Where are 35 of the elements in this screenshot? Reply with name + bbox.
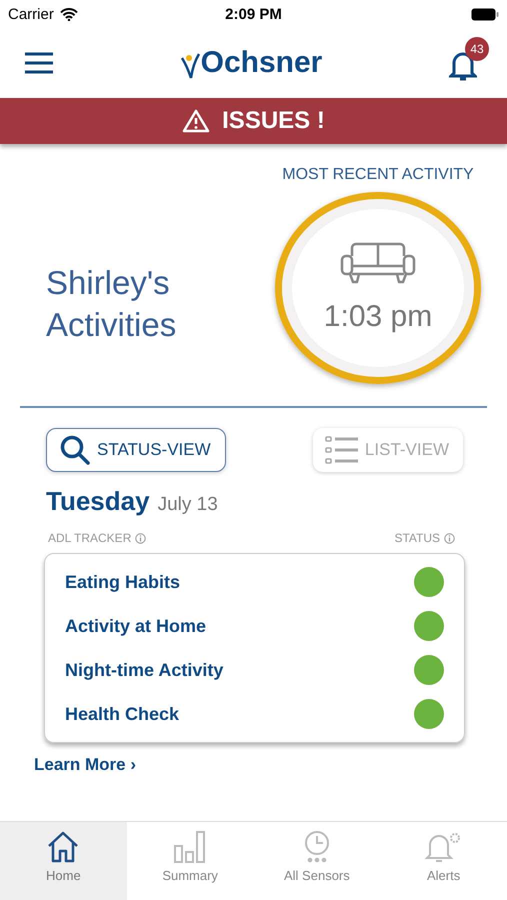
tab-item[interactable]: Alerts xyxy=(380,822,507,900)
sofa-icon xyxy=(340,242,416,286)
column-heading: STATUS xyxy=(394,531,440,545)
tracker-name[interactable]: Health Check xyxy=(65,704,180,724)
notification-badge: 43 xyxy=(465,37,489,61)
carrier-label: Carrier xyxy=(8,6,54,22)
tracker-name[interactable]: Activity at Home xyxy=(65,616,206,636)
column-heading: ADL TRACKER xyxy=(48,531,132,545)
bar-chart-icon xyxy=(173,830,208,864)
logo-text: Ochsner xyxy=(200,46,322,80)
activity-time: 1:03 pm xyxy=(324,300,432,334)
menu-icon[interactable] xyxy=(24,52,54,74)
wifi-icon xyxy=(60,8,78,20)
tab-item[interactable]: Summary xyxy=(126,822,254,900)
home-icon xyxy=(46,830,80,864)
battery-icon xyxy=(470,8,499,20)
date-label: July 13 xyxy=(158,494,218,516)
learn-more-link[interactable]: Learn More › xyxy=(34,755,136,774)
logo-icon xyxy=(180,52,201,80)
recent-label: MOST RECENT ACTIVITY xyxy=(282,166,474,184)
clock-time: 2:09 PM xyxy=(225,6,282,22)
info-icon[interactable] xyxy=(444,532,455,544)
tab-item[interactable]: Home xyxy=(0,822,127,900)
page-title: Shirley's Activities xyxy=(46,263,178,345)
weekday-label: Tuesday xyxy=(46,486,150,517)
info-icon[interactable] xyxy=(135,532,146,544)
list-icon xyxy=(324,435,359,465)
banner-text: ISSUES ! xyxy=(222,107,325,135)
search-icon xyxy=(59,434,91,466)
view-toggle-button[interactable]: STATUS-VIEW xyxy=(46,428,226,472)
warning-icon xyxy=(182,109,210,133)
issues-banner[interactable]: ISSUES ! xyxy=(0,98,507,144)
tracker-name[interactable]: Night-time Activity xyxy=(65,660,224,680)
tab-item[interactable]: All Sensors xyxy=(254,822,380,900)
tracker-name[interactable]: Eating Habits xyxy=(65,572,180,592)
